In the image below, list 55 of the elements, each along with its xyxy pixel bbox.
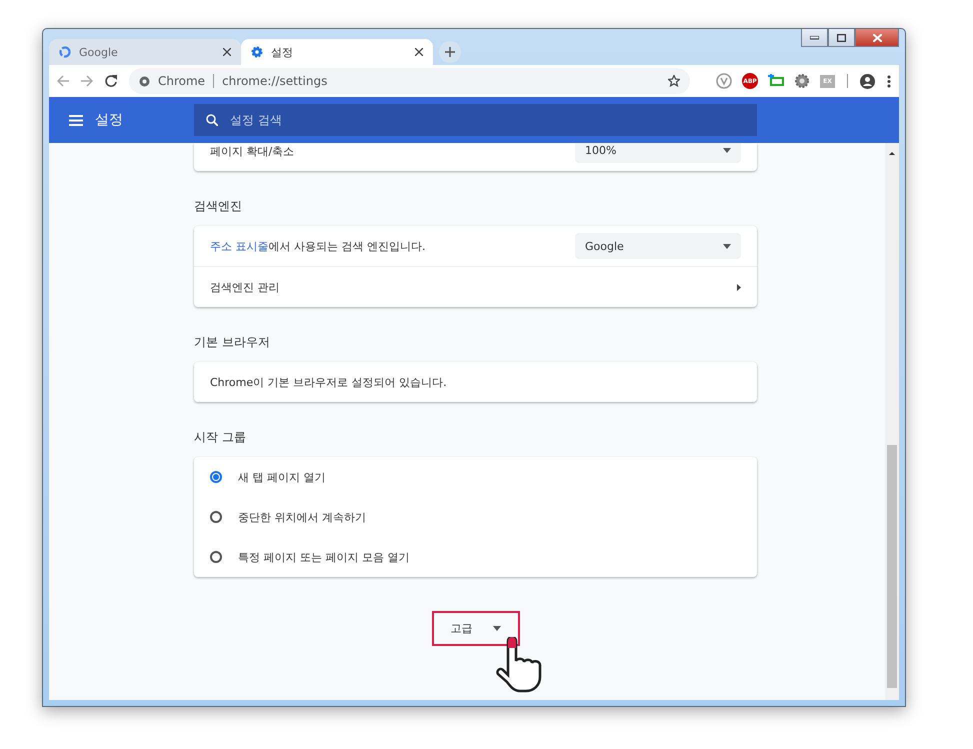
advanced-button[interactable]: 고급 — [432, 611, 520, 646]
setting-label[interactable]: 검색엔진 관리 — [210, 280, 725, 294]
chevron-right-icon[interactable] — [737, 284, 741, 290]
radio-button[interactable] — [210, 551, 222, 563]
search-placeholder: 설정 검색 — [230, 112, 282, 128]
search-icon — [206, 114, 218, 126]
scrollbar[interactable] — [885, 143, 899, 700]
setting-description: 주소 표시줄에서 사용되는 검색 엔진입니다. — [210, 238, 426, 254]
menu-dots-icon[interactable] — [887, 74, 891, 88]
maximize-icon — [837, 34, 846, 42]
page-title: 설정 — [95, 111, 123, 129]
minimize-icon — [810, 36, 819, 40]
url-text: chrome://settings — [222, 74, 328, 88]
dropdown-caret-icon — [723, 244, 731, 248]
tab-title: 설정 — [271, 44, 294, 60]
gear-icon — [251, 46, 263, 58]
close-icon[interactable] — [415, 48, 423, 56]
address-bar-link[interactable]: 주소 표시줄 — [210, 240, 268, 252]
radio-label[interactable]: 새 탭 페이지 열기 — [238, 470, 741, 484]
browser-tab[interactable]: Google — [49, 39, 241, 65]
site-label: Chrome — [158, 74, 206, 88]
tag-icon[interactable] — [768, 74, 784, 88]
menu-icon[interactable] — [69, 114, 83, 126]
dropdown-caret-icon — [723, 148, 731, 152]
g-logo-icon — [59, 46, 71, 58]
address-bar[interactable]: Chrome chrome://settings — [129, 68, 690, 94]
chrome-logo-icon — [139, 76, 150, 86]
search-field[interactable]: 설정 검색 — [194, 104, 757, 136]
star-icon[interactable] — [668, 75, 680, 87]
reload-icon[interactable] — [105, 75, 117, 87]
section-title: 시작 그룹 — [194, 429, 247, 446]
gear-icon[interactable] — [794, 73, 810, 89]
maximize-button[interactable] — [828, 29, 855, 47]
radio-label[interactable]: 특정 페이지 또는 페이지 모음 열기 — [238, 550, 741, 564]
scrollbar-thumb[interactable] — [887, 445, 897, 688]
section-title: 기본 브라우저 — [194, 334, 271, 351]
radio-button[interactable] — [210, 471, 222, 483]
radio-label[interactable]: 중단한 위치에서 계속하기 — [238, 510, 741, 524]
account-icon[interactable] — [860, 74, 875, 88]
close-icon — [872, 34, 882, 42]
browser-tab[interactable]: 설정 — [241, 39, 433, 65]
section-title: 검색엔진 — [194, 198, 243, 215]
v-circle-icon[interactable] — [716, 73, 732, 89]
tab-title: Google — [79, 46, 119, 58]
dropdown-caret-icon — [492, 626, 500, 631]
setting-label: 페이지 확대/축소 — [210, 144, 296, 159]
plus-icon — [445, 47, 455, 57]
minimize-button[interactable] — [801, 29, 828, 47]
close-button[interactable] — [855, 29, 899, 47]
radio-button[interactable] — [210, 511, 222, 523]
setting-text: Chrome이 기본 브라우저로 설정되어 있습니다. — [210, 374, 448, 390]
zoom-select[interactable]: 100% — [575, 143, 741, 163]
search-engine-select[interactable]: Google — [575, 233, 741, 259]
new-tab-button[interactable] — [439, 41, 461, 63]
close-icon[interactable] — [223, 48, 231, 56]
